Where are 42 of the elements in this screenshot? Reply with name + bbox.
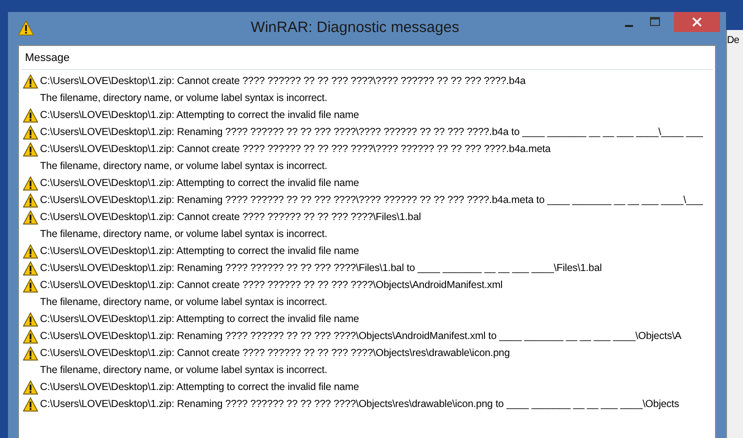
- warning-icon: [23, 142, 38, 157]
- message-text: C:\Users\LOVE\Desktop\1.zip: Attempting to correct the invalid file name: [40, 178, 359, 189]
- maximize-icon: [650, 17, 660, 27]
- message-text: C:\Users\LOVE\Desktop\1.zip: Cannot create ???? ?????? ?? ?? ??? ????\???? ?????? ?? ?? ??? ????.b4a.meta: [40, 144, 551, 155]
- warning-icon: [23, 176, 38, 191]
- message-text: The filename, directory name, or volume label syntax is incorrect.: [40, 229, 328, 240]
- message-text: C:\Users\LOVE\Desktop\1.zip: Cannot create ???? ?????? ?? ?? ??? ????\???? ?????? ?? ?? ??? ????.b4a: [40, 76, 526, 87]
- message-text: C:\Users\LOVE\Desktop\1.zip: Attempting to correct the invalid file name: [40, 246, 359, 257]
- warning-icon: [23, 74, 38, 89]
- warning-icon: [23, 346, 38, 361]
- message-text: C:\Users\LOVE\Desktop\1.zip: Attempting to correct the invalid file name: [40, 382, 359, 393]
- warning-icon: [23, 397, 38, 412]
- window-title: De: [727, 34, 740, 46]
- message-text: C:\Users\LOVE\Desktop\1.zip: Attempting to correct the invalid file name: [40, 314, 359, 325]
- message-text: C:\Users\LOVE\Desktop\1.zip: Cannot create ???? ?????? ?? ?? ??? ????\Files\1.bal: [40, 212, 421, 223]
- warning-icon: [23, 108, 38, 123]
- minimize-icon: [625, 25, 633, 27]
- message-text: C:\Users\LOVE\Desktop\1.zip: Cannot create ???? ?????? ?? ?? ??? ????\Objects\res\drawable\icon.png: [40, 348, 510, 359]
- warning-icon: [23, 329, 38, 344]
- message-text: C:\Users\LOVE\Desktop\1.zip: Renaming ???? ?????? ?? ?? ??? ????\Files\1.bal to ____ _______ __ __ ___ ____\Files\1.bal: [40, 263, 602, 274]
- warning-icon: [23, 210, 38, 225]
- close-icon: [692, 17, 702, 27]
- warning-icon: [23, 261, 38, 276]
- message-text: C:\Users\LOVE\Desktop\1.zip: Cannot create ???? ?????? ?? ?? ??? ????\Objects\AndroidManifest.xml: [40, 280, 503, 291]
- warning-icon: [18, 20, 34, 36]
- message-text: The filename, directory name, or volume label syntax is incorrect.: [40, 161, 328, 172]
- warning-icon: [23, 380, 38, 395]
- message-text: The filename, directory name, or volume label syntax is incorrect.: [40, 297, 328, 308]
- warning-icon: [23, 278, 38, 293]
- message-text: C:\Users\LOVE\Desktop\1.zip: Renaming ???? ?????? ?? ?? ??? ????\Objects\res\drawable\icon.png to ____ _______ __ __ ___ ____\Objects: [40, 399, 680, 410]
- message-text: The filename, directory name, or volume label syntax is incorrect.: [40, 365, 328, 376]
- warning-icon: [23, 193, 38, 208]
- warning-icon: [23, 312, 38, 327]
- warning-icon: [23, 244, 38, 259]
- warning-icon: [23, 125, 38, 140]
- window-title: WinRAR: Diagnostic messages: [250, 19, 460, 36]
- message-text: C:\Users\LOVE\Desktop\1.zip: Renaming ???? ?????? ?? ?? ??? ????\???? ?????? ?? ?? ??? ????.b4a to ____ _______ __ __ ___ ____\____ ___: [40, 127, 703, 138]
- close-button[interactable]: [674, 12, 720, 32]
- message-text: C:\Users\LOVE\Desktop\1.zip: Renaming ???? ?????? ?? ?? ??? ????\???? ?????? ?? ?? ??? ????.b4a.meta to ____ _______ __ __ ___ ____\___: [40, 195, 703, 206]
- message-text: C:\Users\LOVE\Desktop\1.zip: Renaming ???? ?????? ?? ?? ??? ????\Objects\AndroidManifest.xml to ____ _______ __ __ ___ ____\Objects\A: [40, 331, 682, 342]
- message-text: C:\Users\LOVE\Desktop\1.zip: Attempting to correct the invalid file name: [40, 110, 359, 121]
- message-text: The filename, directory name, or volume label syntax is incorrect.: [40, 93, 328, 104]
